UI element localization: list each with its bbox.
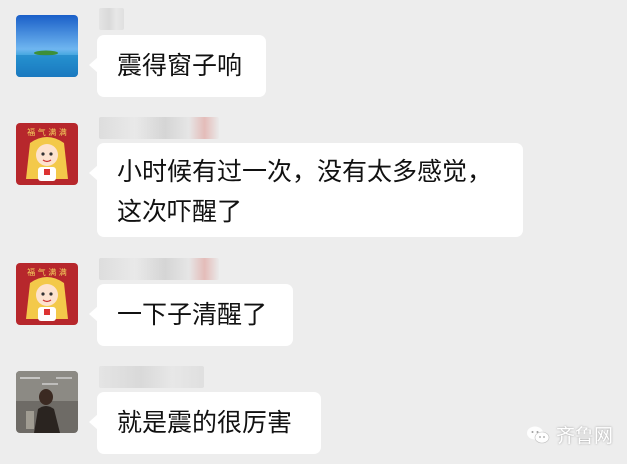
svg-text:福 气 满 满: 福 气 满 满 xyxy=(27,267,67,277)
message-bubble[interactable]: 震得窗子响 xyxy=(89,35,266,97)
message-bubble[interactable]: 小时候有过一次，没有太多感觉， 这次吓醒了 xyxy=(89,143,523,237)
cartoon-girl-avatar-icon: 福 气 满 满 xyxy=(16,123,78,185)
sender-name-blurred xyxy=(99,258,219,280)
ocean-island-avatar-icon xyxy=(16,15,78,77)
svg-text:福 气 满 满: 福 气 满 满 xyxy=(27,127,67,137)
message-text: 这次吓醒了 xyxy=(117,197,243,226)
cartoon-girl-avatar-icon: 福 气 满 满 xyxy=(16,263,78,325)
message-text: 小时候有过一次，没有太多感觉， xyxy=(117,157,493,186)
avatar[interactable] xyxy=(16,371,78,433)
message-bubble[interactable]: 一下子清醒了 xyxy=(89,284,293,346)
message-text: 一下子清醒了 xyxy=(117,300,268,329)
avatar[interactable]: 福 气 满 满 xyxy=(16,263,78,325)
message-bubble[interactable]: 就是震的很厉害 xyxy=(89,392,321,454)
watermark: 齐鲁网 xyxy=(526,421,613,448)
message-text: 震得窗子响 xyxy=(117,51,243,80)
message-text: 就是震的很厉害 xyxy=(117,408,293,437)
photo-avatar-icon xyxy=(16,371,78,433)
avatar[interactable]: 福 气 满 满 xyxy=(16,123,78,185)
sender-name-blurred xyxy=(99,117,219,139)
sender-name-blurred xyxy=(99,8,124,30)
watermark-label: 齐鲁网 xyxy=(555,425,613,447)
wechat-icon xyxy=(526,426,550,443)
sender-name-blurred xyxy=(99,366,204,388)
avatar[interactable] xyxy=(16,15,78,77)
